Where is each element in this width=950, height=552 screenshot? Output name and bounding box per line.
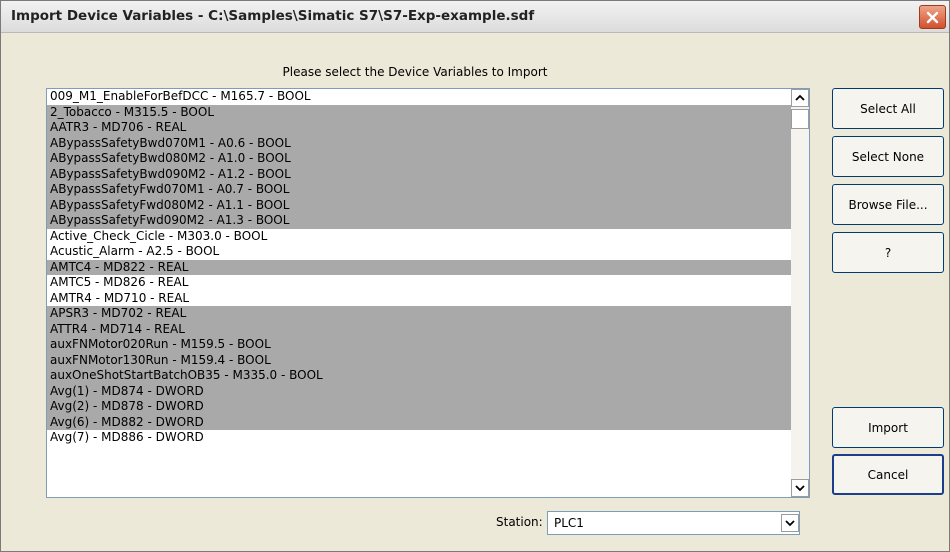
title-bar[interactable]: Import Device Variables - C:\Samples\Sim… xyxy=(1,1,949,33)
help-button[interactable]: ? xyxy=(832,232,944,273)
list-item[interactable]: Avg(7) - MD886 - DWORD xyxy=(47,430,791,446)
list-item[interactable]: ABypassSafetyFwd090M2 - A1.3 - BOOL xyxy=(47,213,791,229)
chevron-down-icon xyxy=(785,520,795,527)
list-item[interactable]: ABypassSafetyBwd070M1 - A0.6 - BOOL xyxy=(47,135,791,151)
list-items-container: 009_M1_EnableForBefDCC - M165.7 - BOOL 2_… xyxy=(47,89,791,497)
close-icon xyxy=(926,11,939,23)
list-item[interactable]: Active_Check_Cicle - M303.0 - BOOL xyxy=(47,229,791,245)
list-item[interactable]: Avg(6) - MD882 - DWORD xyxy=(47,414,791,430)
instruction-label: Please select the Device Variables to Im… xyxy=(282,65,548,79)
select-none-button[interactable]: Select None xyxy=(832,136,944,177)
scroll-thumb[interactable] xyxy=(791,109,809,129)
list-item[interactable]: AMTC4 - MD822 - REAL xyxy=(47,259,791,275)
list-item[interactable]: 009_M1_EnableForBefDCC - M165.7 - BOOL xyxy=(47,89,791,105)
station-value: PLC1 xyxy=(554,516,584,530)
device-variables-list[interactable]: 009_M1_EnableForBefDCC - M165.7 - BOOL 2_… xyxy=(46,88,810,498)
list-item[interactable]: Avg(2) - MD878 - DWORD xyxy=(47,399,791,415)
chevron-up-icon xyxy=(795,94,805,101)
import-button[interactable]: Import xyxy=(832,407,944,448)
chevron-down-icon xyxy=(795,485,805,492)
station-label: Station: xyxy=(496,515,543,529)
close-button[interactable] xyxy=(919,5,946,29)
station-dropdown-button[interactable] xyxy=(781,514,799,532)
list-item[interactable]: Avg(1) - MD874 - DWORD xyxy=(47,383,791,399)
list-item[interactable]: AMTR4 - MD710 - REAL xyxy=(47,291,791,307)
scroll-up-button[interactable] xyxy=(791,89,809,107)
list-item[interactable]: ABypassSafetyBwd090M2 - A1.2 - BOOL xyxy=(47,166,791,182)
import-dialog: Import Device Variables - C:\Samples\Sim… xyxy=(0,0,950,552)
browse-file-button[interactable]: Browse File... xyxy=(832,184,944,225)
list-item[interactable]: ABypassSafetyFwd070M1 - A0.7 - BOOL xyxy=(47,182,791,198)
list-item[interactable]: 2_Tobacco - M315.5 - BOOL xyxy=(47,104,791,120)
list-item[interactable]: Acustic_Alarm - A2.5 - BOOL xyxy=(47,244,791,260)
list-item[interactable]: auxOneShotStartBatchOB35 - M335.0 - BOOL xyxy=(47,368,791,384)
list-item[interactable]: APSR3 - MD702 - REAL xyxy=(47,306,791,322)
list-item[interactable]: AATR3 - MD706 - REAL xyxy=(47,120,791,136)
list-item[interactable]: auxFNMotor130Run - M159.4 - BOOL xyxy=(47,352,791,368)
list-item[interactable]: ABypassSafetyBwd080M2 - A1.0 - BOOL xyxy=(47,151,791,167)
select-all-button[interactable]: Select All xyxy=(832,88,944,129)
cancel-button[interactable]: Cancel xyxy=(832,454,944,495)
list-item[interactable]: auxFNMotor020Run - M159.5 - BOOL xyxy=(47,337,791,353)
vertical-scrollbar[interactable] xyxy=(791,89,809,497)
list-item[interactable]: ATTR4 - MD714 - REAL xyxy=(47,321,791,337)
station-select[interactable]: PLC1 xyxy=(547,511,800,535)
scroll-down-button[interactable] xyxy=(791,479,809,497)
window-title: Import Device Variables - C:\Samples\Sim… xyxy=(11,8,535,24)
list-item[interactable]: ABypassSafetyFwd080M2 - A1.1 - BOOL xyxy=(47,197,791,213)
list-item[interactable]: AMTC5 - MD826 - REAL xyxy=(47,275,791,291)
